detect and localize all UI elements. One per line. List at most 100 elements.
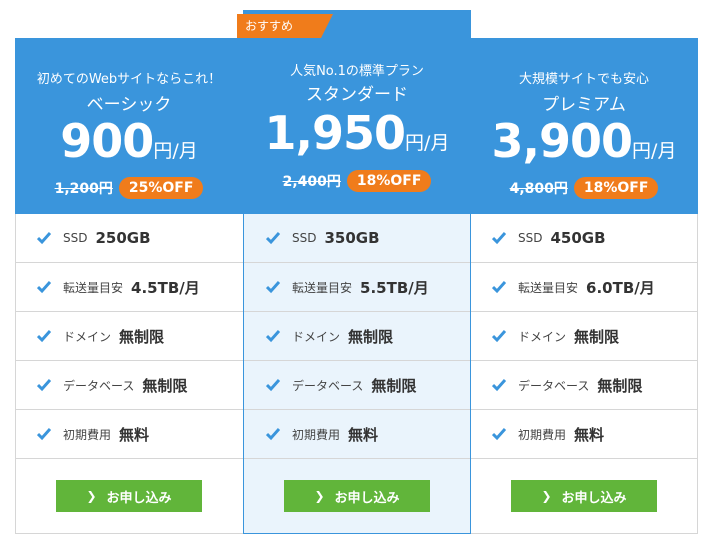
apply-button-standard[interactable]: ❯ お申し込み: [284, 480, 430, 512]
plan-price: 3,900円/月: [470, 114, 698, 168]
feature-value: 6.0TB/月: [586, 278, 655, 297]
check-icon: [37, 379, 51, 392]
feature-value: 250GB: [95, 229, 151, 247]
plan-tagline: 大規模サイトでも安心: [518, 72, 649, 87]
check-icon: [37, 428, 51, 441]
feature-label: SSD: [63, 231, 88, 245]
feature-row-domain: ドメイン 無制限: [15, 312, 243, 361]
feature-list: SSD 450GB 転送量目安 6.0TB/月 ドメイン 無制限 データベース …: [470, 214, 698, 459]
check-icon: [37, 281, 51, 294]
feature-row-database: データベース 無制限: [470, 361, 698, 410]
plan-premium: 大規模サイトでも安心 プレミアム 3,900円/月 4,800円 18%OFF S…: [470, 38, 698, 534]
recommended-badge-label: おすすめ: [245, 19, 294, 33]
button-wrap: ❯ お申し込み: [244, 480, 470, 512]
discount-badge: 25%OFF: [118, 177, 204, 199]
feature-value: 無制限: [348, 327, 394, 346]
chevron-right-icon: ❯: [86, 489, 97, 503]
feature-row-domain: ドメイン 無制限: [470, 312, 698, 361]
plan-name: スタンダード: [306, 85, 408, 105]
feature-value: 無料: [119, 425, 150, 444]
feature-value: 無制限: [119, 327, 165, 346]
price-unit: 円/月: [632, 140, 677, 162]
check-icon: [266, 232, 280, 245]
feature-list: SSD 250GB 転送量目安 4.5TB/月 ドメイン 無制限 データベース …: [15, 214, 243, 459]
old-price: 4,800円: [509, 181, 568, 197]
plan-header: 人気No.1の標準プラン スタンダード 1,950円/月 2,400円 18%OF…: [244, 10, 470, 214]
discount-row: 1,200円 25%OFF: [15, 177, 243, 199]
feature-value: 4.5TB/月: [131, 278, 200, 297]
plan-tagline: 人気No.1の標準プラン: [290, 64, 424, 79]
feature-row-transfer: 転送量目安 6.0TB/月: [470, 263, 698, 312]
feature-label: ドメイン: [63, 329, 112, 344]
feature-value: 無制限: [574, 327, 620, 346]
feature-value: 5.5TB/月: [360, 278, 429, 297]
old-price: 1,200円: [54, 181, 113, 197]
feature-label: SSD: [292, 231, 317, 245]
feature-label: データベース: [518, 378, 590, 393]
chevron-right-icon: ❯: [541, 489, 552, 503]
feature-value: 450GB: [550, 229, 606, 247]
plan-standard: 人気No.1の標準プラン スタンダード 1,950円/月 2,400円 18%OF…: [243, 10, 471, 534]
feature-row-setup-fee: 初期費用 無料: [15, 410, 243, 459]
plan-basic: 初めてのWebサイトならこれ！ ベーシック 900円/月 1,200円 25%OF…: [15, 38, 243, 534]
discount-row: 4,800円 18%OFF: [470, 177, 698, 199]
price-value: 3,900: [491, 114, 634, 168]
check-icon: [266, 330, 280, 343]
old-price: 2,400円: [282, 174, 341, 190]
apply-button-label: お申し込み: [334, 490, 400, 506]
check-icon: [492, 281, 506, 294]
price-value: 1,950: [264, 106, 407, 160]
discount-row: 2,400円 18%OFF: [244, 170, 470, 192]
feature-label: データベース: [63, 378, 135, 393]
check-icon: [492, 428, 506, 441]
feature-row-transfer: 転送量目安 5.5TB/月: [244, 263, 470, 312]
check-icon: [37, 330, 51, 343]
feature-value: 350GB: [324, 229, 380, 247]
check-icon: [492, 232, 506, 245]
plan-name: ベーシック: [86, 95, 172, 115]
check-icon: [492, 330, 506, 343]
price-value: 900: [60, 114, 154, 168]
discount-badge: 18%OFF: [346, 170, 432, 192]
feature-value: 無制限: [597, 376, 643, 395]
feature-list: SSD 350GB 転送量目安 5.5TB/月 ドメイン 無制限 データベース …: [244, 214, 470, 459]
check-icon: [492, 379, 506, 392]
feature-row-database: データベース 無制限: [15, 361, 243, 410]
feature-label: ドメイン: [518, 329, 567, 344]
check-icon: [37, 232, 51, 245]
feature-label: SSD: [518, 231, 543, 245]
feature-value: 無制限: [371, 376, 417, 395]
chevron-right-icon: ❯: [314, 489, 325, 503]
feature-row-database: データベース 無制限: [244, 361, 470, 410]
price-unit: 円/月: [405, 132, 450, 154]
feature-row-ssd: SSD 250GB: [15, 214, 243, 263]
feature-label: 初期費用: [292, 427, 341, 442]
check-icon: [266, 428, 280, 441]
feature-row-setup-fee: 初期費用 無料: [470, 410, 698, 459]
price-unit: 円/月: [153, 140, 198, 162]
plan-tagline: 初めてのWebサイトならこれ！: [36, 72, 222, 87]
apply-button-premium[interactable]: ❯ お申し込み: [511, 480, 657, 512]
button-wrap: ❯ お申し込み: [470, 480, 698, 512]
check-icon: [266, 281, 280, 294]
plan-price: 1,950円/月: [244, 106, 470, 160]
discount-badge: 18%OFF: [573, 177, 659, 199]
apply-button-basic[interactable]: ❯ お申し込み: [56, 480, 202, 512]
feature-value: 無料: [348, 425, 379, 444]
feature-label: 転送量目安: [518, 280, 579, 295]
feature-label: 転送量目安: [63, 280, 124, 295]
plan-name: プレミアム: [542, 95, 626, 115]
feature-label: 初期費用: [518, 427, 567, 442]
plan-header: 大規模サイトでも安心 プレミアム 3,900円/月 4,800円 18%OFF: [470, 38, 698, 214]
plan-header: 初めてのWebサイトならこれ！ ベーシック 900円/月 1,200円 25%OF…: [15, 38, 243, 214]
feature-label: ドメイン: [292, 329, 341, 344]
button-wrap: ❯ お申し込み: [15, 480, 243, 512]
apply-button-label: お申し込み: [106, 490, 172, 506]
feature-row-setup-fee: 初期費用 無料: [244, 410, 470, 459]
feature-label: 転送量目安: [292, 280, 353, 295]
feature-row-transfer: 転送量目安 4.5TB/月: [15, 263, 243, 312]
feature-row-ssd: SSD 350GB: [244, 214, 470, 263]
apply-button-label: お申し込み: [561, 490, 627, 506]
feature-label: データベース: [292, 378, 364, 393]
check-icon: [266, 379, 280, 392]
